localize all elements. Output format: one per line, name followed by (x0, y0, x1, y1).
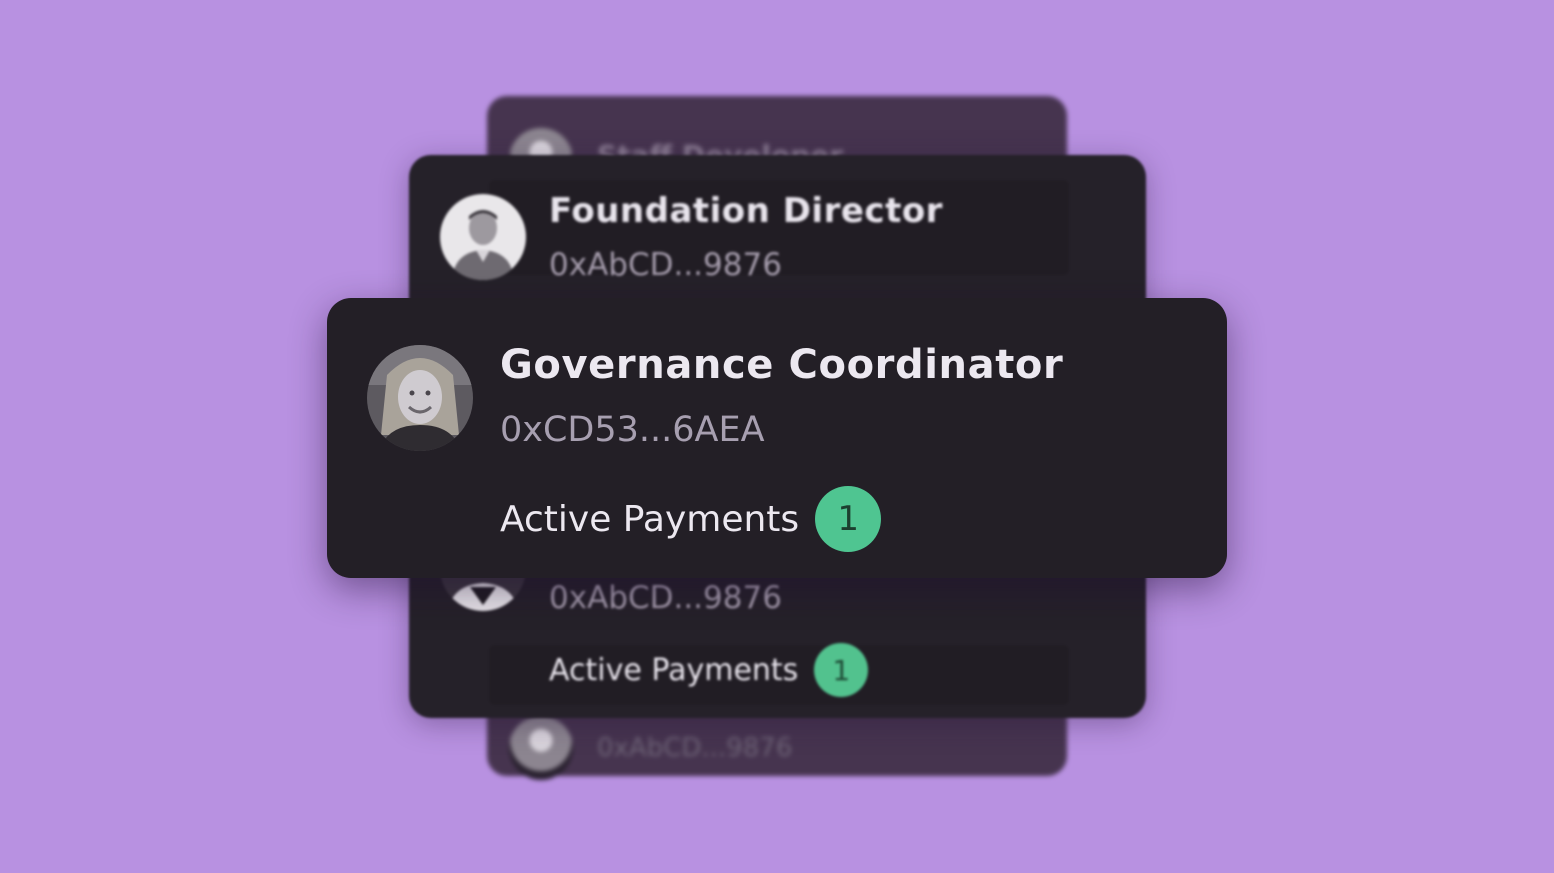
avatar (440, 194, 526, 280)
member-title: Foundation Director (549, 191, 943, 231)
active-payments-label: Active Payments (500, 498, 800, 540)
wallet-address: 0xCD53...6AEA (500, 410, 765, 450)
wallet-address: 0xAbCD...9876 (549, 247, 782, 283)
avatar (367, 345, 473, 451)
person-portrait-icon (440, 194, 526, 280)
active-payments-row: Active Payments 1 (549, 643, 869, 697)
member-card-governance-coordinator[interactable]: Governance Coordinator 0xCD53...6AEA Act… (327, 298, 1227, 578)
person-portrait-icon (367, 345, 473, 451)
member-title: Governance Coordinator (500, 342, 1064, 388)
active-payments-count-badge: 1 (815, 486, 882, 552)
stage: Staff Developer 0xAbCD...9876 Foundation… (0, 0, 1554, 873)
active-payments-label: Active Payments (549, 652, 799, 688)
active-payments-count-badge: 1 (814, 643, 869, 697)
avatar (509, 716, 573, 780)
back-card-bottom-row: 0xAbCD...9876 (509, 716, 792, 780)
back-card-address: 0xAbCD...9876 (597, 733, 793, 763)
wallet-address: 0xAbCD...9876 (549, 580, 782, 616)
active-payments-row: Active Payments 1 (500, 486, 882, 552)
